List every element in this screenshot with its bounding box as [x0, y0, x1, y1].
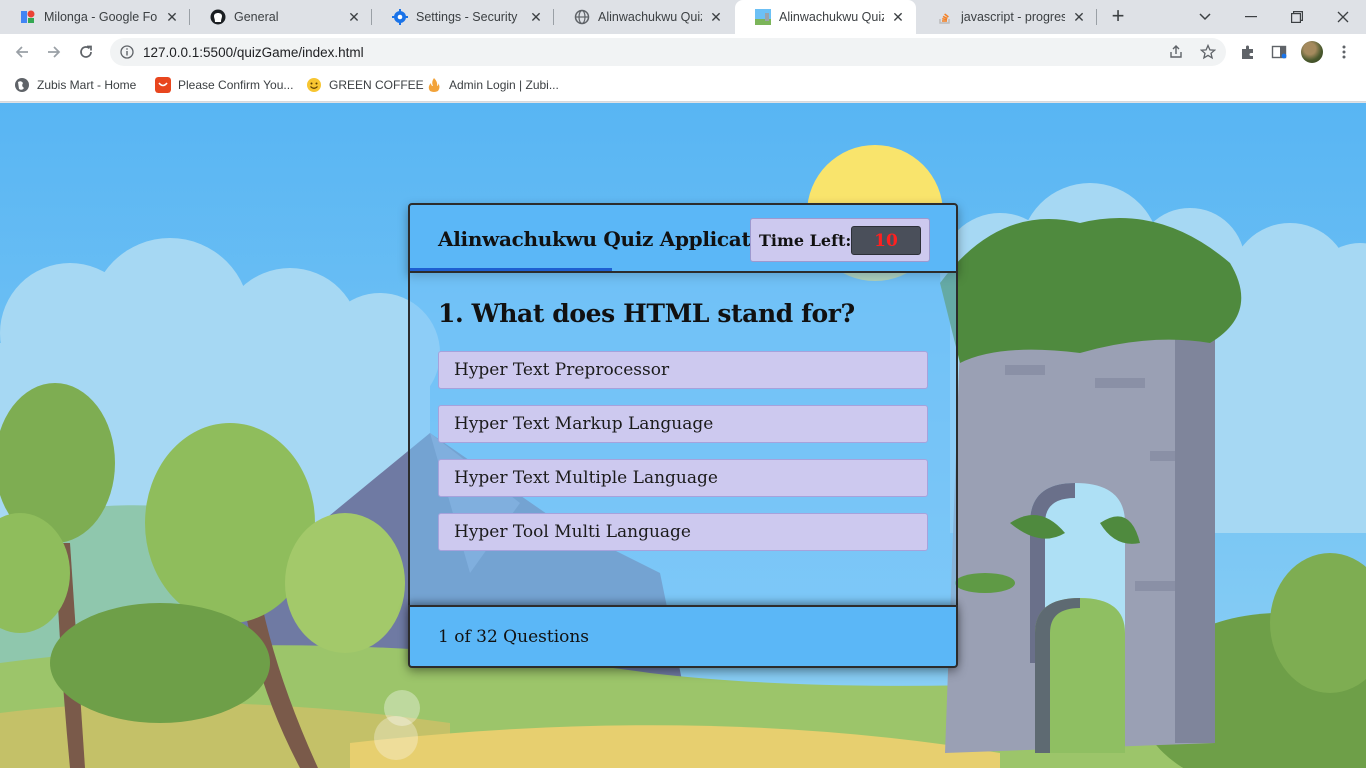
bookmark-item[interactable]: GREEN COFFEE: [306, 77, 424, 93]
minimize-button[interactable]: [1228, 0, 1274, 34]
bookmark-item[interactable]: Zubis Mart - Home: [14, 77, 136, 93]
info-icon[interactable]: [120, 45, 134, 59]
browser-tab[interactable]: Milonga - Google Fon ✕: [0, 0, 190, 34]
close-icon[interactable]: ✕: [1071, 9, 1087, 25]
browser-tab[interactable]: Settings - Security ✕: [372, 0, 554, 34]
google-fonts-icon: [20, 9, 36, 25]
url-text: 127.0.0.1:5500/quizGame/index.html: [143, 45, 364, 60]
bookmark-item[interactable]: Please Confirm You...: [155, 77, 293, 93]
avatar[interactable]: [1301, 41, 1323, 63]
share-icon[interactable]: [1168, 44, 1184, 60]
landscape-thumbnail-icon: [755, 9, 771, 25]
browser-tab-active[interactable]: Alinwachukwu Quiz Ap ✕: [735, 0, 916, 34]
timer-value: 10: [851, 226, 921, 255]
smiley-icon: [307, 78, 321, 92]
bookmark-star-icon[interactable]: [1200, 44, 1216, 60]
close-window-button[interactable]: [1320, 0, 1366, 34]
shopping-bag-icon: [155, 77, 171, 93]
close-icon[interactable]: ✕: [708, 9, 724, 25]
timer-label: Time Left:: [759, 231, 852, 250]
answer-option[interactable]: Hyper Text Markup Language: [438, 405, 928, 443]
quiz-body: 1. What does HTML stand for? Hyper Text …: [408, 273, 958, 605]
close-icon[interactable]: ✕: [164, 9, 180, 25]
page-viewport: Alinwachukwu Quiz Application Time Left:…: [0, 103, 1366, 768]
side-panel-icon[interactable]: [1271, 44, 1287, 60]
bookmark-item[interactable]: Admin Login | Zubi...: [426, 77, 559, 93]
extensions-puzzle-icon[interactable]: [1240, 44, 1256, 60]
tab-strip: Milonga - Google Fon ✕ General ✕ Setting…: [0, 0, 1366, 34]
browser-tab[interactable]: javascript - progress b ✕: [917, 0, 1097, 34]
close-icon[interactable]: ✕: [528, 9, 544, 25]
app-title: Alinwachukwu Quiz Application: [438, 227, 785, 251]
globe-icon: [574, 9, 590, 25]
timer: Time Left: 10: [750, 218, 930, 262]
reload-icon: [80, 45, 92, 58]
restore-icon: [1291, 11, 1303, 23]
time-progress-bar: [410, 268, 613, 271]
address-bar[interactable]: 127.0.0.1:5500/quizGame/index.html: [110, 38, 1226, 66]
kebab-menu-icon[interactable]: [1336, 44, 1352, 60]
quiz-footer: 1 of 32 Questions: [408, 605, 958, 668]
restore-button[interactable]: [1274, 0, 1320, 34]
close-icon: [1337, 11, 1349, 23]
tab-search-button[interactable]: [1182, 0, 1228, 34]
quiz-card: Alinwachukwu Quiz Application Time Left:…: [408, 203, 958, 668]
reload-button[interactable]: [74, 40, 98, 64]
quiz-header: Alinwachukwu Quiz Application Time Left:…: [408, 203, 958, 273]
answer-option[interactable]: Hyper Text Multiple Language: [438, 459, 928, 497]
browser-tab[interactable]: Alinwachukwu Quiz Ap ✕: [554, 0, 734, 34]
stackoverflow-icon: [937, 9, 953, 25]
answer-option[interactable]: Hyper Tool Multi Language: [438, 513, 928, 551]
globe-icon: [15, 78, 29, 92]
minimize-icon: [1245, 16, 1257, 18]
new-tab-button[interactable]: +: [1106, 5, 1130, 29]
back-button[interactable]: [10, 40, 34, 64]
close-icon[interactable]: ✕: [346, 9, 362, 25]
question-counter: 1 of 32 Questions: [438, 627, 590, 647]
arrow-left-icon: [15, 46, 28, 58]
bookmarks-bar: Zubis Mart - Home Please Confirm You... …: [0, 70, 1366, 102]
github-icon: [210, 9, 226, 25]
close-icon[interactable]: ✕: [890, 9, 906, 25]
chevron-down-icon: [1199, 13, 1211, 21]
gear-icon: [392, 9, 408, 25]
browser-toolbar: 127.0.0.1:5500/quizGame/index.html: [0, 34, 1366, 70]
browser-tab[interactable]: General ✕: [190, 0, 372, 34]
flame-icon: [428, 78, 440, 92]
answer-option[interactable]: Hyper Text Preprocessor: [438, 351, 928, 389]
forward-button[interactable]: [42, 40, 66, 64]
question-text: 1. What does HTML stand for?: [438, 299, 855, 328]
arrow-right-icon: [48, 46, 61, 58]
